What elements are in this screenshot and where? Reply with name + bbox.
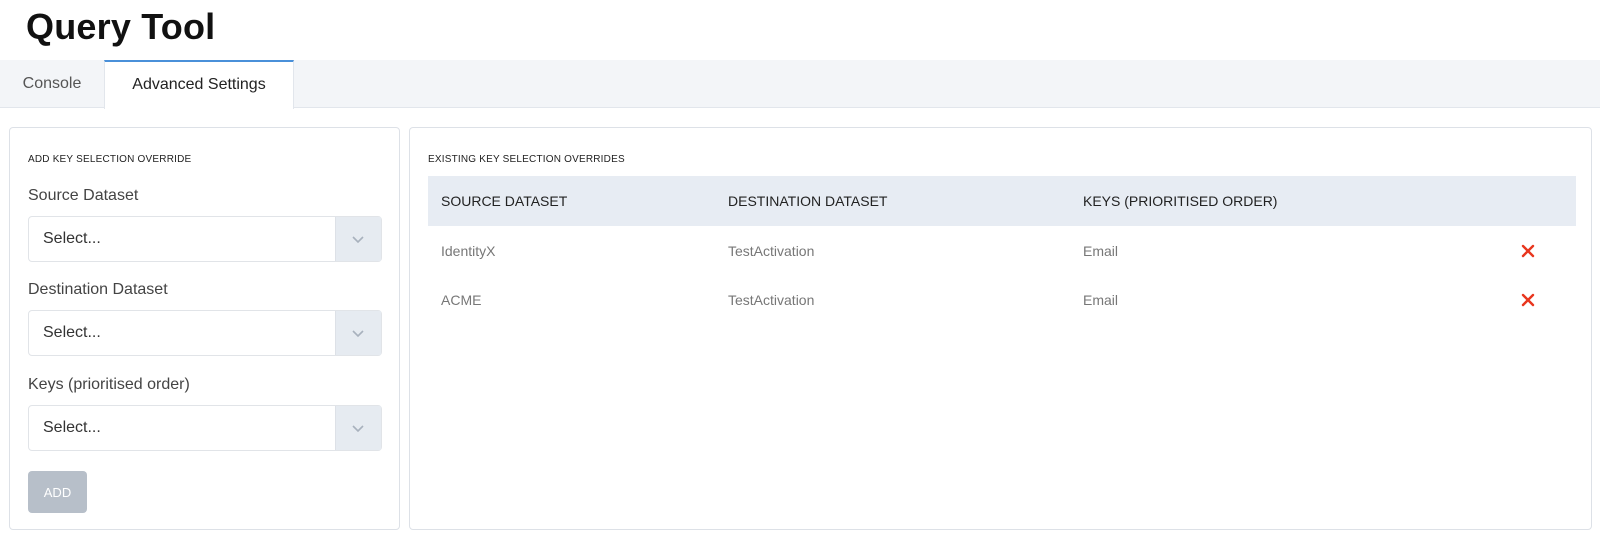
add-override-panel: ADD KEY SELECTION OVERRIDE Source Datase… [9,127,400,530]
column-header-actions [1460,176,1576,226]
table-header-row: SOURCE DATASET DESTINATION DATASET KEYS … [428,176,1576,226]
row-destination: TestActivation [728,242,815,259]
existing-overrides-panel: EXISTING KEY SELECTION OVERRIDES SOURCE … [409,127,1592,530]
keys-select[interactable]: Select... [28,405,382,451]
existing-overrides-heading: EXISTING KEY SELECTION OVERRIDES [428,154,625,165]
overrides-table: SOURCE DATASET DESTINATION DATASET KEYS … [428,176,1576,324]
source-dataset-dropdown-toggle[interactable] [335,217,381,261]
column-header-destination: DESTINATION DATASET [715,176,1070,226]
keys-dropdown-toggle[interactable] [335,406,381,450]
row-destination: TestActivation [728,291,815,308]
row-keys: Email [1083,242,1119,259]
row-actions [1460,226,1576,275]
source-dataset-select[interactable]: Select... [28,216,382,262]
add-override-heading: ADD KEY SELECTION OVERRIDE [28,154,192,165]
table-row: IdentityX TestActivation Email [428,226,1576,275]
source-dataset-placeholder: Select... [43,230,101,247]
column-header-keys: KEYS (PRIORITISED ORDER) [1070,176,1460,226]
page-title: Query Tool [26,6,216,47]
destination-dataset-select[interactable]: Select... [28,310,382,356]
tab-advanced-settings[interactable]: Advanced Settings [104,60,294,109]
row-actions [1460,275,1576,324]
destination-dataset-dropdown-toggle[interactable] [335,311,381,355]
row-source: ACME [441,291,482,308]
keys-label: Keys (prioritised order) [28,376,190,393]
tab-bar: Console Advanced Settings [0,60,1600,109]
close-icon[interactable] [1521,244,1535,261]
chevron-down-icon [352,330,364,338]
source-dataset-label: Source Dataset [28,187,139,204]
destination-dataset-label: Destination Dataset [28,281,168,298]
tab-console[interactable]: Console [0,60,104,108]
column-header-source: SOURCE DATASET [428,176,715,226]
row-keys: Email [1083,291,1119,308]
close-icon[interactable] [1521,293,1535,310]
table-row: ACME TestActivation Email [428,275,1576,324]
add-button[interactable]: ADD [28,471,87,513]
row-source: IdentityX [441,242,496,259]
chevron-down-icon [352,425,364,433]
keys-placeholder: Select... [43,419,101,436]
destination-dataset-placeholder: Select... [43,324,101,341]
chevron-down-icon [352,236,364,244]
